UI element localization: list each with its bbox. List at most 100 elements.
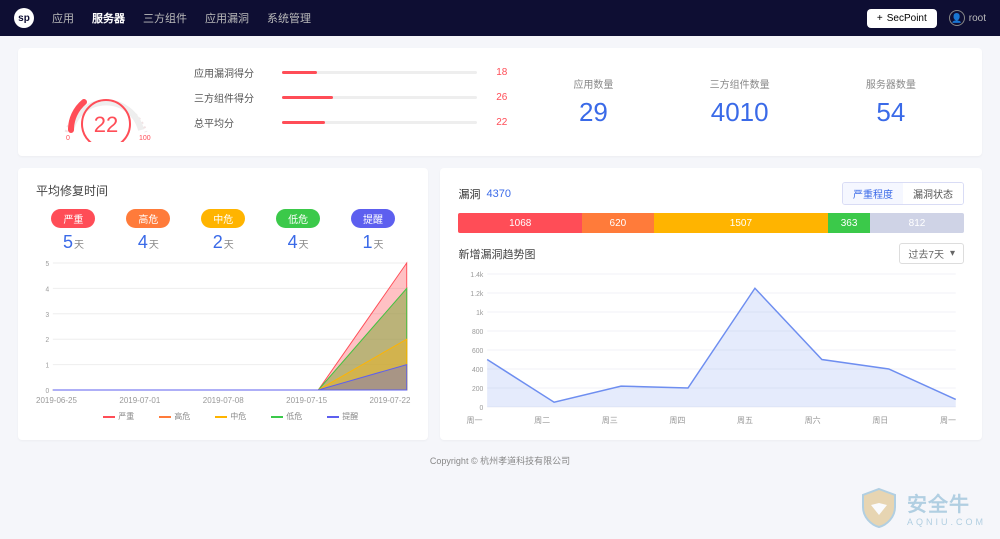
range-label: 过去7天 bbox=[908, 246, 944, 261]
seg-363[interactable]: 363 bbox=[828, 213, 870, 233]
plus-icon: + bbox=[877, 13, 883, 24]
shield-icon bbox=[857, 485, 901, 529]
svg-text:1.4k: 1.4k bbox=[471, 272, 484, 279]
repair-legend: 严重高危中危低危提醒 bbox=[36, 411, 410, 422]
pill-label: 高危 bbox=[126, 209, 170, 228]
gauge-min: 0 bbox=[66, 135, 70, 142]
counts: 应用数量 29 三方组件数量 4010 服务器数量 54 bbox=[525, 76, 964, 128]
repair-title: 平均修复时间 bbox=[36, 182, 410, 199]
user-icon: 👤 bbox=[949, 10, 965, 26]
count-label: 三方组件数量 bbox=[710, 76, 770, 91]
score-bar-app-vuln: 应用漏洞得分 18 bbox=[194, 65, 507, 80]
nav-app[interactable]: 应用 bbox=[52, 10, 74, 26]
days-value: 2 bbox=[213, 232, 223, 252]
score-bar-label: 总平均分 bbox=[194, 115, 274, 130]
trend-title: 新增漏洞趋势图 bbox=[458, 246, 535, 262]
count-third-party: 三方组件数量 4010 bbox=[710, 76, 770, 128]
days-unit: 天 bbox=[299, 240, 309, 251]
toggle-severity[interactable]: 严重程度 bbox=[843, 183, 903, 204]
toggle-status[interactable]: 漏洞状态 bbox=[903, 183, 963, 204]
svg-text:200: 200 bbox=[472, 386, 483, 393]
seg-620[interactable]: 620 bbox=[582, 213, 654, 233]
seg-1068[interactable]: 1068 bbox=[458, 213, 582, 233]
days-value: 5 bbox=[63, 232, 73, 252]
topbar: sp 应用 服务器 三方组件 应用漏洞 系统管理 + SecPoint 👤 ro… bbox=[0, 0, 1000, 36]
score-bar-third-party: 三方组件得分 26 bbox=[194, 90, 507, 105]
svg-text:1k: 1k bbox=[477, 310, 485, 317]
user-name: root bbox=[969, 13, 986, 24]
days-unit: 天 bbox=[374, 240, 384, 251]
days-value: 4 bbox=[138, 232, 148, 252]
days-unit: 天 bbox=[149, 240, 159, 251]
seg-812[interactable]: 812 bbox=[870, 213, 964, 233]
gauge-max: 100 bbox=[139, 135, 151, 142]
score-bars: 应用漏洞得分 18 三方组件得分 26 总平均分 22 bbox=[176, 65, 525, 140]
score-bar-label: 三方组件得分 bbox=[194, 90, 274, 105]
svg-text:4: 4 bbox=[45, 286, 49, 293]
repair-x-axis: 2019-06-252019-07-012019-07-082019-07-15… bbox=[36, 396, 410, 405]
gauge-icon: 22 0 100 bbox=[51, 62, 161, 142]
trend-header: 新增漏洞趋势图 过去7天 ▾ bbox=[458, 243, 964, 264]
severity-bar: 10686201507363812 bbox=[458, 213, 964, 233]
pill-label: 严重 bbox=[51, 209, 95, 228]
footer: Copyright © 杭州孝道科技有限公司 bbox=[18, 454, 982, 467]
svg-text:5: 5 bbox=[45, 261, 49, 268]
score-bar-avg: 总平均分 22 bbox=[194, 115, 507, 130]
count-servers: 服务器数量 54 bbox=[866, 76, 916, 128]
secpoint-label: SecPoint bbox=[887, 13, 927, 24]
watermark: 安全牛 AQNIU.COM bbox=[857, 485, 986, 529]
range-select[interactable]: 过去7天 ▾ bbox=[899, 243, 964, 264]
score-bar-value: 26 bbox=[485, 92, 507, 103]
pill-label: 中危 bbox=[201, 209, 245, 228]
vuln-header: 漏洞 4370 严重程度 漏洞状态 bbox=[458, 182, 964, 205]
count-label: 服务器数量 bbox=[866, 76, 916, 91]
watermark-domain: AQNIU.COM bbox=[907, 517, 986, 527]
days-unit: 天 bbox=[224, 240, 234, 251]
svg-text:3: 3 bbox=[45, 312, 49, 319]
nav: 应用 服务器 三方组件 应用漏洞 系统管理 bbox=[52, 10, 311, 26]
repair-time-card: 平均修复时间 严重 5天 高危 4天 中危 2天 低危 4天 bbox=[18, 168, 428, 440]
repair-medium: 中危 2天 bbox=[186, 209, 261, 253]
days-value: 1 bbox=[363, 232, 373, 252]
nav-app-vuln[interactable]: 应用漏洞 bbox=[205, 10, 249, 26]
count-value: 54 bbox=[866, 97, 916, 128]
repair-notice: 提醒 1天 bbox=[336, 209, 411, 253]
nav-system[interactable]: 系统管理 bbox=[267, 10, 311, 26]
trend-x-axis: 周一周二周三周四周五周六周日周一 bbox=[458, 415, 964, 426]
repair-area-chart: 012345 bbox=[36, 259, 410, 394]
user-menu[interactable]: 👤 root bbox=[949, 10, 986, 26]
trend-line-chart: 0 200 400 600 800 1k 1.2k 1.4k bbox=[458, 268, 964, 413]
chevron-down-icon: ▾ bbox=[950, 248, 955, 259]
count-value: 29 bbox=[573, 97, 613, 128]
pill-label: 提醒 bbox=[351, 209, 395, 228]
vuln-total: 4370 bbox=[486, 188, 510, 200]
pill-label: 低危 bbox=[276, 209, 320, 228]
svg-text:0: 0 bbox=[45, 388, 49, 394]
logo-icon: sp bbox=[14, 8, 34, 28]
seg-1507[interactable]: 1507 bbox=[654, 213, 828, 233]
score-bar-value: 22 bbox=[485, 117, 507, 128]
svg-text:600: 600 bbox=[472, 348, 483, 355]
score-bar-value: 18 bbox=[485, 67, 507, 78]
svg-text:800: 800 bbox=[472, 329, 483, 336]
svg-text:1: 1 bbox=[45, 362, 49, 369]
gauge: 22 0 100 bbox=[36, 62, 176, 142]
score-bar-label: 应用漏洞得分 bbox=[194, 65, 274, 80]
count-apps: 应用数量 29 bbox=[573, 76, 613, 128]
days-unit: 天 bbox=[74, 240, 84, 251]
count-value: 4010 bbox=[710, 97, 770, 128]
nav-server[interactable]: 服务器 bbox=[92, 10, 125, 26]
gauge-score: 22 bbox=[94, 112, 118, 137]
svg-text:400: 400 bbox=[472, 367, 483, 374]
svg-text:0: 0 bbox=[480, 405, 484, 412]
repair-critical: 严重 5天 bbox=[36, 209, 111, 253]
watermark-brand: 安全牛 bbox=[907, 494, 970, 516]
svg-text:1.2k: 1.2k bbox=[471, 291, 484, 298]
repair-badges: 严重 5天 高危 4天 中危 2天 低危 4天 提醒 1天 bbox=[36, 209, 410, 253]
summary-card: 22 0 100 应用漏洞得分 18 三方组件得分 26 总平均分 bbox=[18, 48, 982, 156]
vuln-card: 漏洞 4370 严重程度 漏洞状态 10686201507363812 新增漏洞… bbox=[440, 168, 982, 440]
secpoint-button[interactable]: + SecPoint bbox=[867, 9, 937, 28]
count-label: 应用数量 bbox=[573, 76, 613, 91]
nav-third-party[interactable]: 三方组件 bbox=[143, 10, 187, 26]
vuln-title: 漏洞 bbox=[458, 186, 480, 202]
